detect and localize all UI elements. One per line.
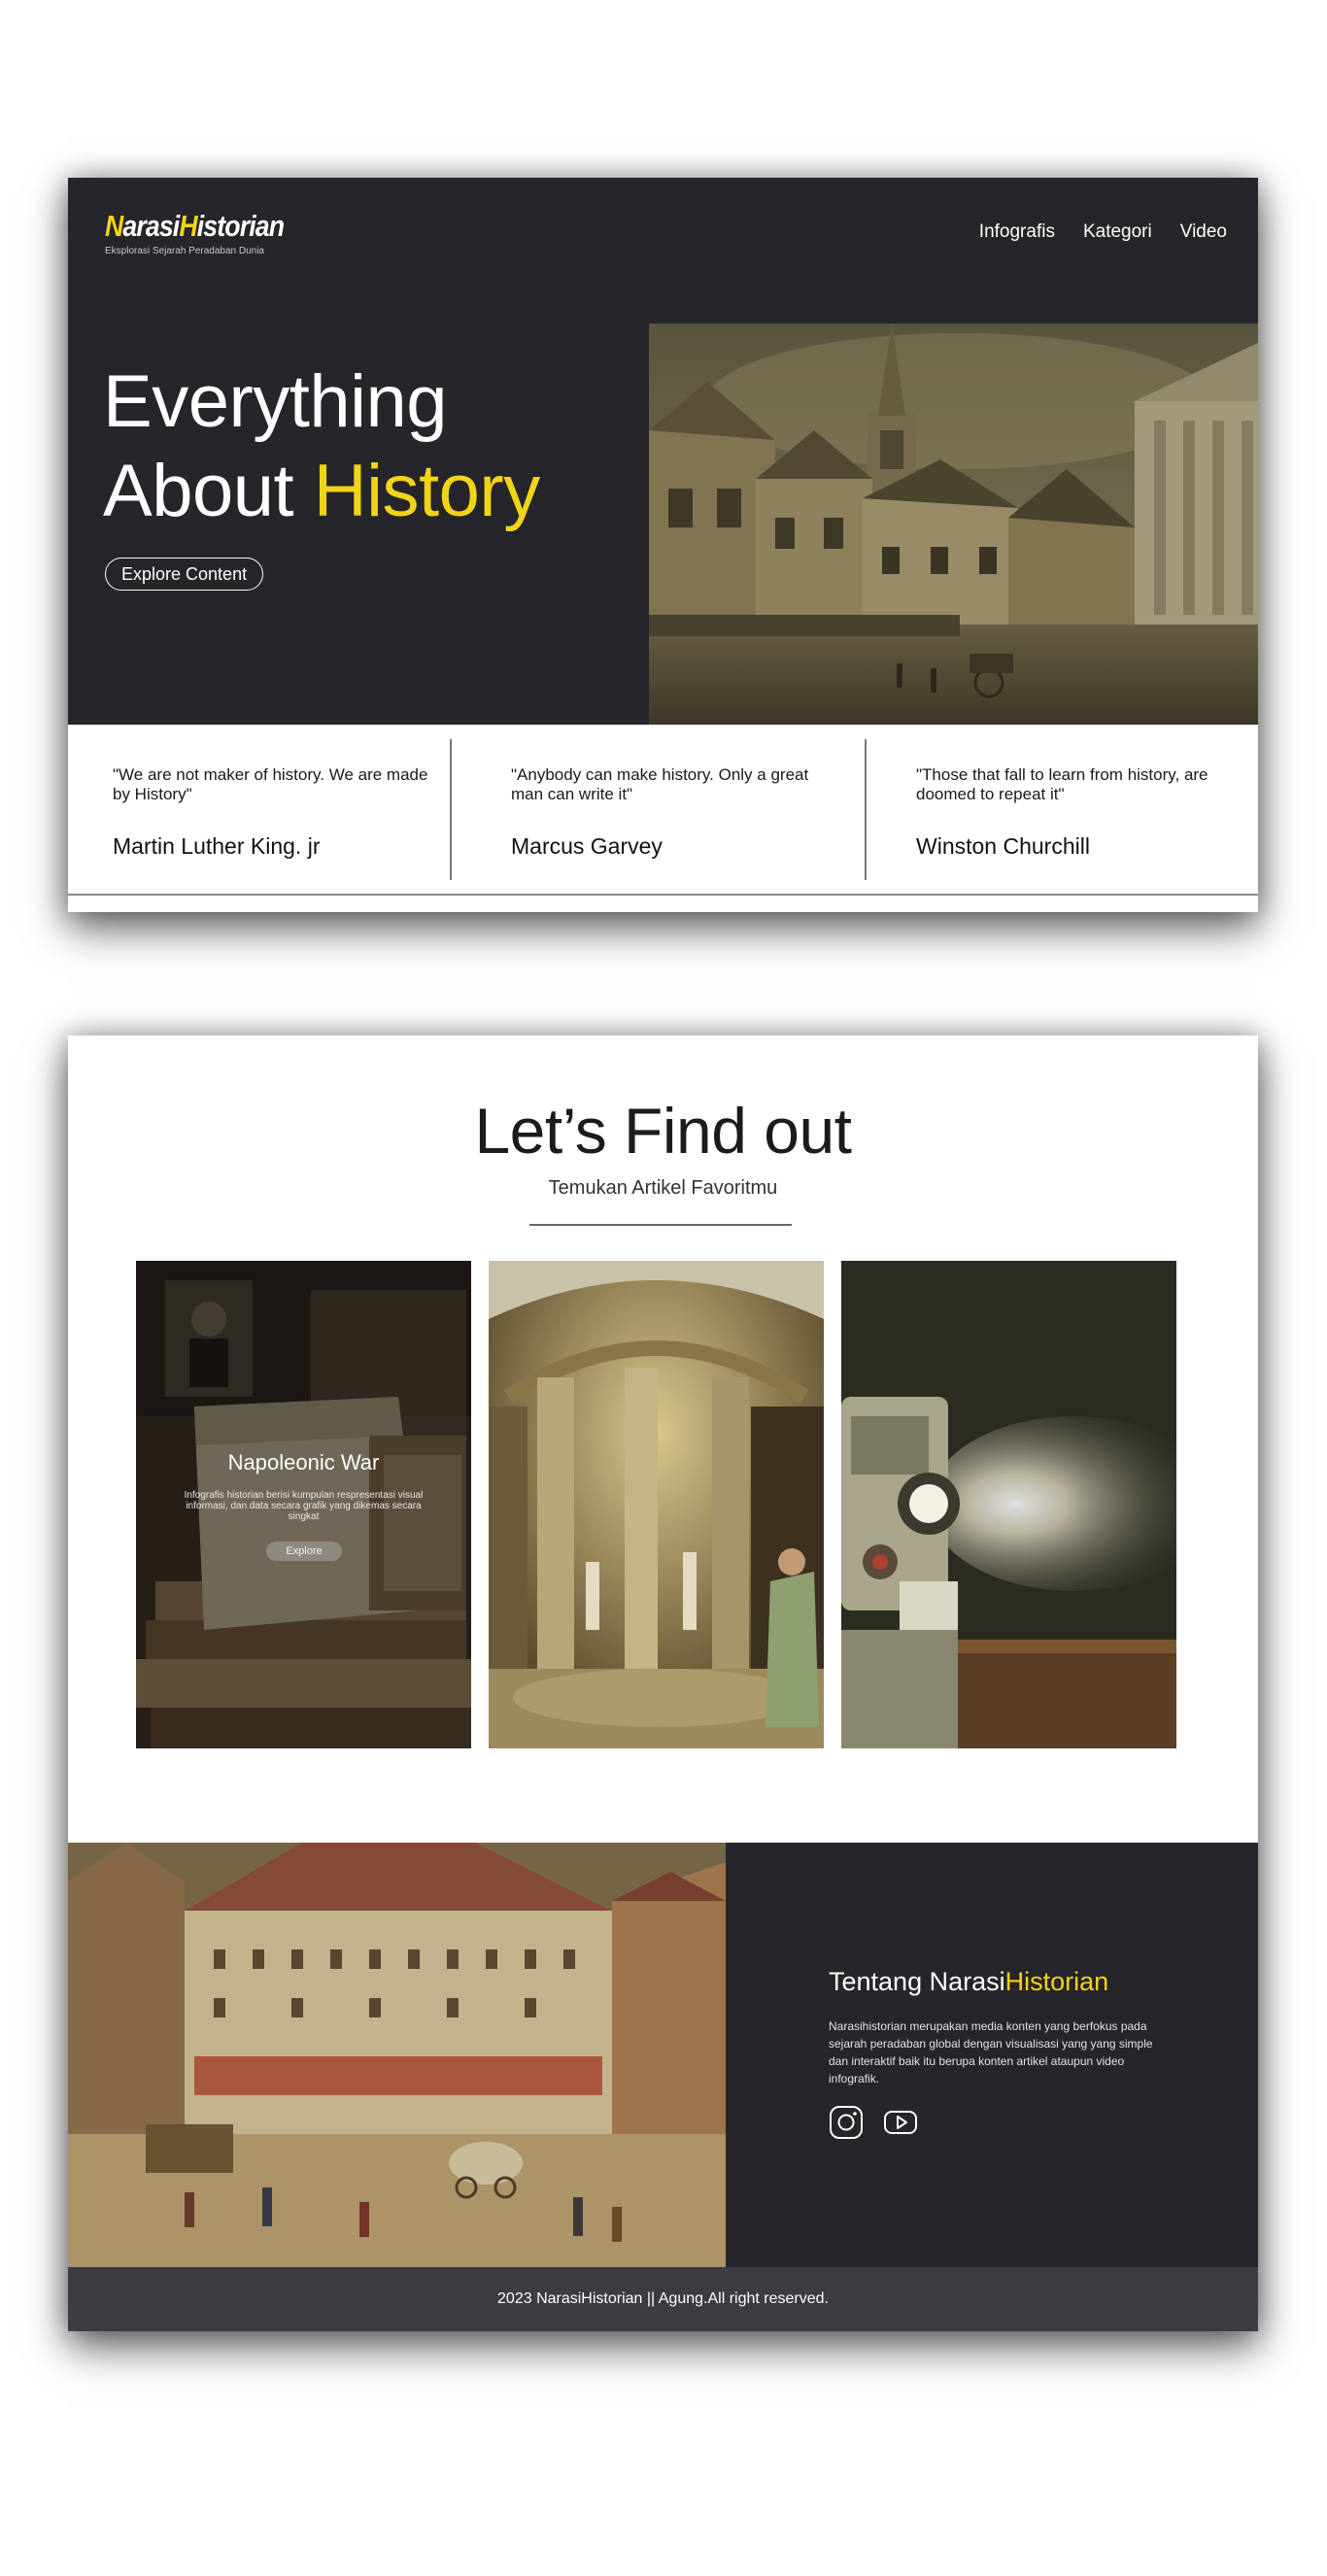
hero-title-line1: Everything bbox=[103, 360, 448, 443]
article-tile-ancient-hall[interactable] bbox=[489, 1261, 824, 1748]
logo-wordmark: NarasiHistorian bbox=[105, 209, 285, 244]
nav-item-video[interactable]: Video bbox=[1180, 221, 1227, 243]
hero-section: NarasiHistorian Eksplorasi Sejarah Perad… bbox=[68, 178, 1258, 725]
hero-title-prefix: About bbox=[103, 450, 314, 532]
quote-author: Marcus Garvey bbox=[511, 833, 663, 859]
tile-explore-button[interactable]: Explore bbox=[266, 1542, 342, 1561]
instagram-icon[interactable] bbox=[829, 2105, 864, 2140]
logo-h: H bbox=[179, 209, 197, 243]
logo-rest2: istorian bbox=[196, 209, 285, 243]
about-title-prefix: Tentang Narasi bbox=[829, 1967, 1005, 1996]
quote-item: "We are not maker of history. We are mad… bbox=[113, 765, 433, 860]
nav-item-infografis[interactable]: Infografis bbox=[979, 221, 1055, 243]
about-section: Tentang NarasiHistorian Narasihistorian … bbox=[68, 1843, 1258, 2267]
youtube-icon[interactable] bbox=[883, 2105, 918, 2140]
hero-town-painting bbox=[649, 323, 1258, 725]
quote-item: "Anybody can make history. Only a great … bbox=[511, 765, 832, 860]
about-description: Narasihistorian merupakan media konten y… bbox=[829, 2019, 1153, 2085]
quote-text: "Anybody can make history. Only a great … bbox=[511, 765, 809, 803]
quote-text: "We are not maker of history. We are mad… bbox=[113, 765, 428, 803]
about-title: Tentang NarasiHistorian bbox=[829, 1967, 1108, 1997]
find-title: Let’s Find out bbox=[474, 1095, 852, 1167]
quote-divider bbox=[450, 739, 452, 880]
logo-n: N bbox=[105, 209, 123, 243]
social-links bbox=[829, 2105, 918, 2140]
about-title-accent: Historian bbox=[1004, 1967, 1109, 1996]
projector-photo bbox=[841, 1261, 1176, 1748]
logo-tagline: Eksplorasi Sejarah Peradaban Dunia bbox=[105, 246, 264, 256]
ancient-hall-painting bbox=[489, 1261, 824, 1748]
find-subtitle: Temukan Artikel Favoritmu bbox=[548, 1177, 778, 1199]
content-card: Let’s Find out Temukan Artikel Favoritmu… bbox=[68, 1035, 1258, 2331]
find-divider bbox=[529, 1224, 792, 1226]
hero-title-accent: History bbox=[313, 450, 540, 532]
explore-content-button[interactable]: Explore Content bbox=[105, 558, 264, 591]
top-nav: Infografis Kategori Video bbox=[979, 221, 1227, 243]
article-tile-projector[interactable] bbox=[841, 1261, 1176, 1748]
quote-author: Winston Churchill bbox=[916, 833, 1090, 859]
quote-item: "Those that fall to learn from history, … bbox=[916, 765, 1237, 860]
quotes-bottom-divider bbox=[68, 894, 1258, 896]
hero-title-line2: About History bbox=[103, 447, 540, 536]
tile-description: Infografis historian berisi kumpulan res… bbox=[184, 1490, 424, 1522]
tile-title: Napoleonic War bbox=[227, 1450, 380, 1474]
quote-author: Martin Luther King. jr bbox=[113, 833, 321, 859]
nav-item-kategori[interactable]: Kategori bbox=[1083, 221, 1152, 243]
article-tile-napoleonic-war[interactable]: Napoleonic War Infografis historian beri… bbox=[136, 1261, 471, 1748]
footer: 2023 NarasiHistorian || Agung.All right … bbox=[68, 2267, 1258, 2331]
landing-hero-card: NarasiHistorian Eksplorasi Sejarah Perad… bbox=[68, 178, 1258, 912]
medieval-square-painting bbox=[68, 1843, 726, 2267]
quote-divider bbox=[865, 739, 867, 880]
brand-logo[interactable]: NarasiHistorian Eksplorasi Sejarah Perad… bbox=[105, 209, 313, 256]
hero-title: Everything About History bbox=[103, 357, 540, 536]
quotes-section: "We are not maker of history. We are mad… bbox=[68, 725, 1258, 912]
logo-rest1: arasi bbox=[122, 209, 180, 243]
quote-text: "Those that fall to learn from history, … bbox=[916, 765, 1208, 803]
